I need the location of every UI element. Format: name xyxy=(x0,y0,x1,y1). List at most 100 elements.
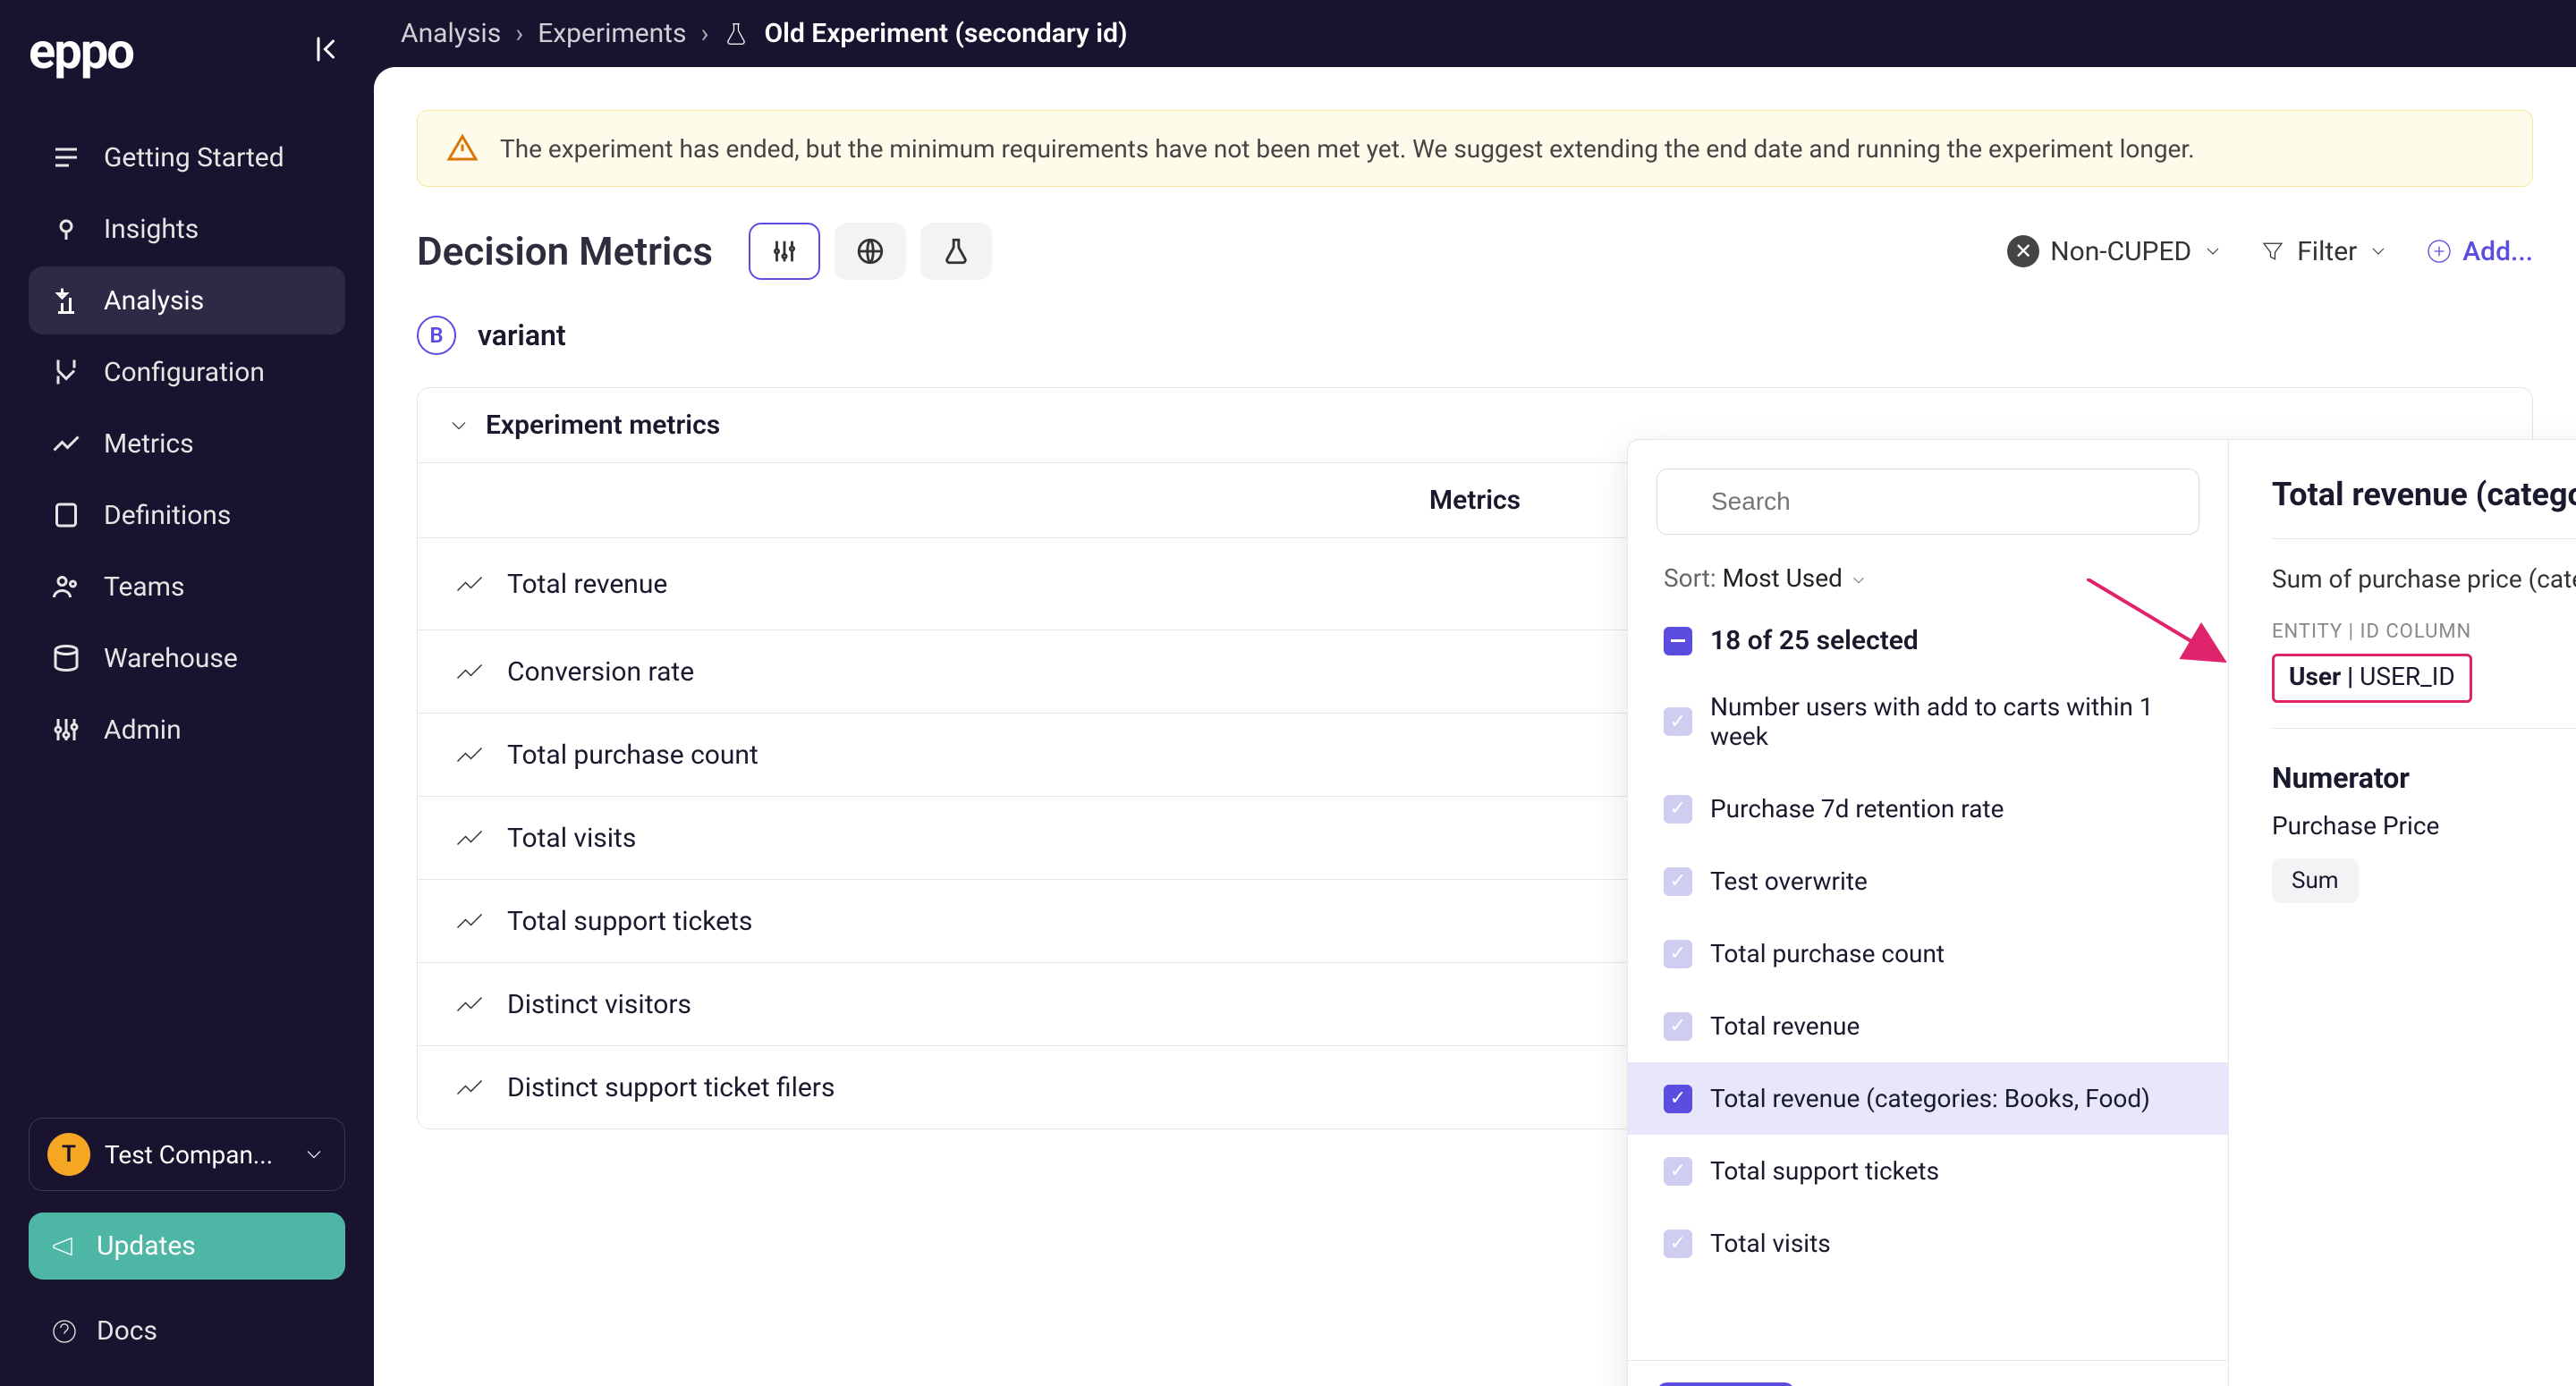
chart-icon xyxy=(453,739,486,771)
list-item-label: Test overwrite xyxy=(1710,866,1868,896)
list-item[interactable]: Purchase 7d retention rate xyxy=(1628,773,2228,845)
metric-label: Distinct support ticket filers xyxy=(507,1072,835,1103)
docs-link[interactable]: Docs xyxy=(29,1297,345,1365)
view-globe-button[interactable] xyxy=(835,223,906,280)
detail-desc: Sum of purchase price (categories: Books… xyxy=(2272,564,2576,594)
entity-label: ENTITY | ID COLUMN xyxy=(2272,621,2472,643)
list-item-label: Total visits xyxy=(1710,1229,1831,1258)
selected-count: 18 of 25 selected xyxy=(1710,625,1919,656)
entity-box: User | USER_ID xyxy=(2272,654,2472,703)
checkbox[interactable] xyxy=(1664,1157,1692,1186)
collapse-sidebar-icon[interactable] xyxy=(313,33,345,69)
list-item[interactable]: Total purchase count xyxy=(1628,917,2228,990)
list-item-label: Total revenue (categories: Books, Food) xyxy=(1710,1084,2150,1113)
select-all-row[interactable]: 18 of 25 selected xyxy=(1628,611,2228,671)
logo: eppo xyxy=(29,21,133,80)
numerator-heading: Numerator xyxy=(2272,761,2576,795)
sidebar-item-metrics[interactable]: Metrics xyxy=(29,410,345,477)
company-switcher[interactable]: T Test Compan... xyxy=(29,1118,345,1191)
sidebar-item-teams[interactable]: Teams xyxy=(29,553,345,621)
metric-label: Total visits xyxy=(507,823,636,854)
chevron-down-icon xyxy=(301,1142,326,1167)
checkbox[interactable] xyxy=(1664,707,1692,736)
apply-button[interactable]: Apply xyxy=(1657,1382,1795,1386)
filter-button[interactable]: Filter xyxy=(2259,236,2389,267)
alert-text: The experiment has ended, but the minimu… xyxy=(500,134,2195,164)
sidebar-item-analysis[interactable]: Analysis xyxy=(29,266,345,334)
metric-label: Conversion rate xyxy=(507,656,694,688)
cuped-toggle[interactable]: ✕ Non-CUPED xyxy=(2007,235,2224,267)
checkbox-indeterminate[interactable] xyxy=(1664,627,1692,655)
section-title: Decision Metrics xyxy=(417,228,713,275)
chart-icon xyxy=(453,988,486,1020)
chart-icon xyxy=(453,655,486,688)
warning-icon xyxy=(446,132,479,165)
add-button[interactable]: Add... xyxy=(2425,236,2533,267)
checkbox[interactable] xyxy=(1664,1230,1692,1258)
metric-label: Total revenue xyxy=(507,569,667,600)
filter-icon xyxy=(2259,238,2286,265)
metric-picker-popover: Sort: Most Used 18 of 25 selected Number… xyxy=(1627,439,2576,1386)
sort-label: Sort: xyxy=(1664,563,1716,593)
list-item-label: Total purchase count xyxy=(1710,939,1945,968)
metric-label: Total purchase count xyxy=(507,739,758,771)
company-avatar: T xyxy=(47,1133,90,1176)
sort-value: Most Used xyxy=(1723,563,1843,593)
crumb-experiments[interactable]: Experiments xyxy=(538,18,686,49)
panel-title: Experiment metrics xyxy=(486,410,720,441)
sidebar-item-label: Warehouse xyxy=(104,643,238,674)
checkbox[interactable] xyxy=(1664,1085,1692,1113)
warning-alert: The experiment has ended, but the minimu… xyxy=(417,110,2533,187)
sum-tag: Sum xyxy=(2272,858,2359,903)
list-item[interactable]: Total visits xyxy=(1628,1207,2228,1280)
sidebar-item-getting-started[interactable]: Getting Started xyxy=(29,123,345,191)
chart-icon xyxy=(453,1071,486,1103)
sidebar-item-warehouse[interactable]: Warehouse xyxy=(29,624,345,692)
entity-rest: USER_ID xyxy=(2353,662,2455,691)
sidebar-item-label: Definitions xyxy=(104,500,231,531)
chevron-down-icon xyxy=(2202,241,2224,262)
chart-icon xyxy=(453,905,486,937)
checkbox[interactable] xyxy=(1664,795,1692,824)
checkbox[interactable] xyxy=(1664,1012,1692,1041)
crumb-current: Old Experiment (secondary id) xyxy=(764,18,1127,49)
sidebar-item-label: Analysis xyxy=(104,285,204,317)
search-input[interactable] xyxy=(1657,469,2199,535)
updates-button[interactable]: Updates xyxy=(29,1213,345,1280)
variant-name: variant xyxy=(478,318,566,352)
company-name: Test Compan... xyxy=(105,1140,273,1170)
list-item-label: Purchase 7d retention rate xyxy=(1710,794,2004,824)
list-item[interactable]: Total support tickets xyxy=(1628,1135,2228,1207)
breadcrumb: Analysis › Experiments › Old Experiment … xyxy=(374,0,2576,67)
crumb-analysis[interactable]: Analysis xyxy=(401,18,501,49)
sidebar-item-admin[interactable]: Admin xyxy=(29,696,345,764)
sidebar-item-configuration[interactable]: Configuration xyxy=(29,338,345,406)
help-icon xyxy=(50,1317,79,1346)
sort-control[interactable]: Sort: Most Used xyxy=(1628,563,2228,611)
chevron-down-icon xyxy=(446,413,471,438)
chevron-right-icon: › xyxy=(515,18,523,49)
chevron-right-icon: › xyxy=(700,18,708,49)
list-item[interactable]: Test overwrite xyxy=(1628,845,2228,917)
metric-label: Distinct visitors xyxy=(507,989,691,1020)
list-item[interactable]: Total revenue xyxy=(1628,990,2228,1062)
chevron-down-icon xyxy=(1849,570,1868,590)
chevron-down-icon xyxy=(2368,241,2389,262)
sidebar-item-definitions[interactable]: Definitions xyxy=(29,481,345,549)
view-flask-button[interactable] xyxy=(920,223,992,280)
variant-badge: B xyxy=(417,316,456,355)
docs-label: Docs xyxy=(97,1315,157,1347)
cuped-label: Non-CUPED xyxy=(2050,236,2191,267)
sidebar-item-insights[interactable]: Insights xyxy=(29,195,345,263)
checkbox[interactable] xyxy=(1664,867,1692,896)
plus-circle-icon xyxy=(2425,237,2453,266)
list-item[interactable]: Number users with add to carts within 1 … xyxy=(1628,671,2228,773)
entity-bold: User | xyxy=(2289,662,2353,691)
sidebar-item-label: Insights xyxy=(104,214,199,245)
add-label: Add... xyxy=(2462,236,2533,267)
view-settings-button[interactable] xyxy=(749,223,820,280)
list-item-label: Number users with add to carts within 1 … xyxy=(1710,692,2192,751)
checkbox[interactable] xyxy=(1664,940,1692,968)
sidebar-item-label: Getting Started xyxy=(104,142,284,173)
list-item[interactable]: Total revenue (categories: Books, Food) xyxy=(1628,1062,2228,1135)
